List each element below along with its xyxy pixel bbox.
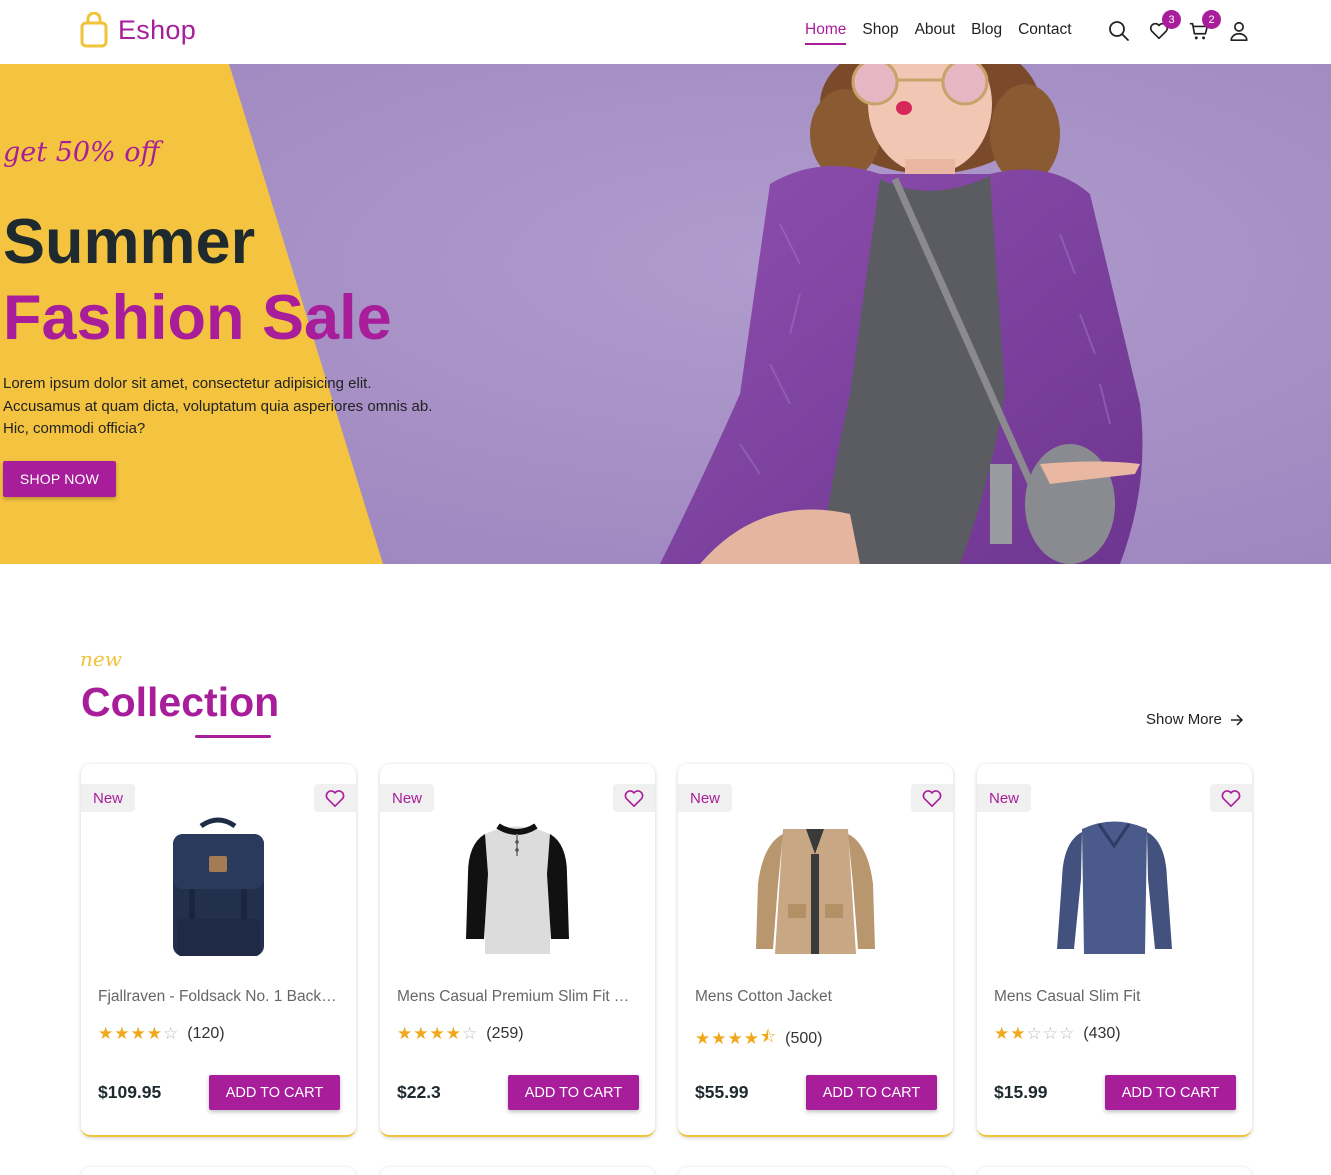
add-to-cart-button[interactable]: ADD TO CART [1105, 1075, 1236, 1110]
arrow-right-icon [1230, 713, 1244, 727]
wishlist-toggle[interactable] [911, 784, 953, 812]
product-name[interactable]: Mens Casual Premium Slim Fit T-Shirts [397, 988, 637, 1006]
star-full-icon: ★ [429, 1024, 445, 1044]
star-full-icon: ★ [743, 1028, 759, 1049]
add-to-cart-button[interactable]: ADD TO CART [209, 1075, 340, 1110]
header-icons: 3 2 [1108, 10, 1268, 42]
product-image-jacket [756, 829, 875, 954]
product-name[interactable]: Mens Cotton Jacket [695, 988, 935, 1006]
wishlist-toggle[interactable] [314, 784, 356, 812]
star-full-icon: ★ [146, 1024, 162, 1044]
star-half-icon: ⯪ [760, 1027, 777, 1047]
hero-description: Lorem ipsum dolor sit amet, consectetur … [3, 375, 433, 437]
cart-button[interactable]: 2 [1188, 10, 1221, 42]
search-icon[interactable] [1108, 20, 1130, 42]
product-price: $15.99 [994, 1082, 1048, 1102]
new-badge: New [81, 784, 135, 812]
product-card[interactable]: New Mens Casual Premium Slim Fit T-Shirt… [380, 764, 655, 1137]
product-image-raglan-tee [466, 823, 569, 954]
product-price: $22.3 [397, 1082, 441, 1102]
hero-title-line1: Summer [3, 207, 256, 277]
main-nav: Home Shop About Blog Contact [805, 21, 1088, 45]
show-more-label: Show More [1146, 711, 1222, 728]
star-empty-icon: ☆ [1059, 1024, 1075, 1044]
product-price: $109.95 [98, 1082, 162, 1102]
product-rating: ★ ★ ★ ★ ☆ (259) [397, 1024, 524, 1044]
review-count: (259) [486, 1025, 524, 1042]
star-full-icon: ★ [727, 1028, 743, 1049]
section-title: Collection [81, 679, 280, 725]
review-count: (500) [785, 1029, 823, 1047]
new-badge: New [977, 784, 1031, 812]
shopping-bag-icon [80, 12, 108, 48]
star-full-icon: ★ [413, 1024, 429, 1044]
star-full-icon: ★ [397, 1024, 413, 1044]
heart-icon [624, 790, 644, 807]
cart-badge: 2 [1202, 10, 1221, 29]
add-to-cart-button[interactable]: ADD TO CART [806, 1075, 937, 1110]
product-name[interactable]: Fjallraven - Foldsack No. 1 Backpack, Fi… [98, 988, 338, 1006]
nav-about[interactable]: About [915, 21, 956, 45]
product-card[interactable]: New Mens Casual Slim Fit ★ ★ ☆ ☆ ☆ (430)… [977, 764, 1252, 1137]
logo-text: Eshop [118, 15, 203, 46]
star-empty-icon: ☆ [1042, 1024, 1058, 1044]
star-full-icon: ★ [114, 1024, 130, 1044]
new-badge: New [380, 784, 434, 812]
product-card-next-row[interactable] [678, 1167, 953, 1175]
section-underline [195, 735, 271, 738]
product-name[interactable]: Mens Casual Slim Fit [994, 988, 1234, 1006]
star-full-icon: ★ [711, 1028, 727, 1049]
star-full-icon: ★ [130, 1024, 146, 1044]
star-full-icon: ★ [98, 1024, 114, 1044]
hero-title-line2: Fashion Sale [3, 283, 392, 353]
new-badge: New [678, 784, 732, 812]
star-empty-icon: ☆ [163, 1024, 179, 1044]
heart-icon [325, 790, 345, 807]
product-rating: ★ ★ ☆ ☆ ☆ (430) [994, 1024, 1121, 1044]
star-full-icon: ★ [994, 1024, 1010, 1044]
product-image-longsleeve [1057, 821, 1172, 954]
product-rating: ★ ★ ★ ★ ☆ (120) [98, 1024, 225, 1044]
user-icon[interactable] [1228, 20, 1250, 42]
product-rating: ★ ★ ★ ★ ⯪ (500) [695, 1024, 822, 1053]
logo[interactable]: Eshop [80, 10, 203, 50]
review-count: (430) [1083, 1025, 1121, 1042]
show-more-link[interactable]: Show More [1146, 711, 1244, 728]
review-count: (120) [187, 1025, 225, 1042]
wishlist-button[interactable]: 3 [1148, 10, 1181, 42]
heart-icon [922, 790, 942, 807]
product-card-next-row[interactable] [380, 1167, 655, 1175]
star-full-icon: ★ [445, 1024, 461, 1044]
product-card-next-row[interactable] [977, 1167, 1252, 1175]
nav-blog[interactable]: Blog [971, 21, 1002, 45]
shop-now-button[interactable]: SHOP NOW [3, 461, 116, 497]
nav-shop[interactable]: Shop [862, 21, 898, 45]
nav-contact[interactable]: Contact [1018, 21, 1071, 45]
product-card-next-row[interactable] [81, 1167, 356, 1175]
product-card[interactable]: New Mens Cotton Jacket ★ ★ ★ ★ ⯪ (500) $… [678, 764, 953, 1137]
hero-banner: get 50% off Summer Fashion Sale Lorem ip… [0, 64, 1331, 564]
star-full-icon: ★ [1010, 1024, 1026, 1044]
nav-home[interactable]: Home [805, 21, 847, 45]
wishlist-toggle[interactable] [613, 784, 655, 812]
heart-icon [1221, 790, 1241, 807]
add-to-cart-button[interactable]: ADD TO CART [508, 1075, 639, 1110]
section-kicker: new [80, 647, 122, 671]
product-card[interactable]: New Fjallraven - Foldsack No. 1 Backpack… [81, 764, 356, 1137]
star-full-icon: ★ [695, 1028, 711, 1049]
star-empty-icon: ☆ [462, 1024, 478, 1044]
product-price: $55.99 [695, 1082, 749, 1102]
wishlist-badge: 3 [1162, 10, 1181, 29]
star-empty-icon: ☆ [1026, 1024, 1042, 1044]
hero-tagline: get 50% off [3, 137, 160, 168]
product-image-backpack [173, 817, 264, 956]
header: Eshop Home Shop About Blog Contact 3 2 [0, 0, 1331, 64]
wishlist-toggle[interactable] [1210, 784, 1252, 812]
